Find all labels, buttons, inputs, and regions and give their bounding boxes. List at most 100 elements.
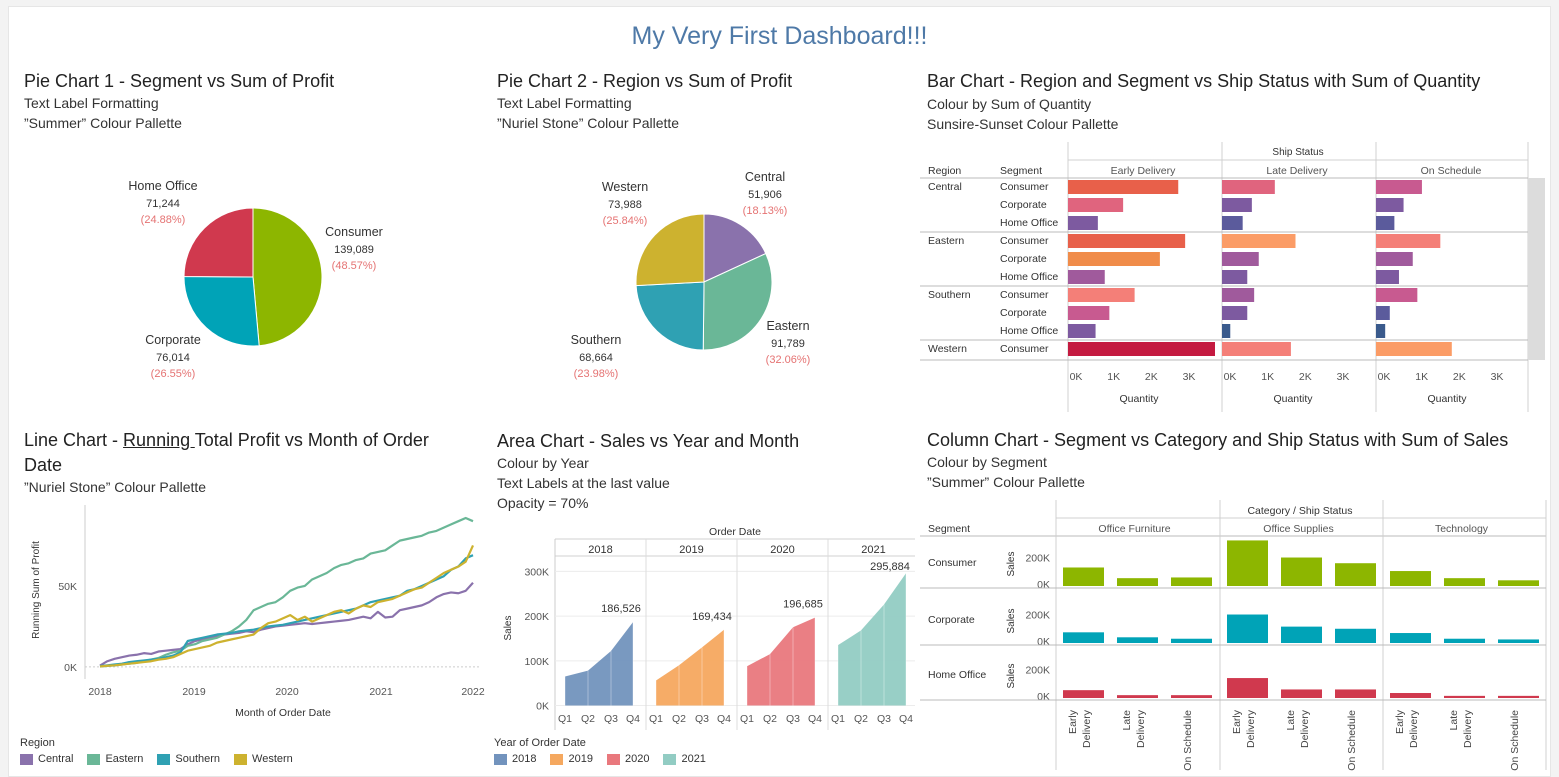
area-chart[interactable]: Order Date 0K 100K 200K 300K Sales 2018 186,526… <box>495 518 915 730</box>
column-bar <box>1227 540 1268 586</box>
pie-pct-home-office: (24.88%) <box>141 214 186 226</box>
pie-slice-southern <box>635 281 705 351</box>
area-subtitle-3: Opacity = 70% <box>497 495 589 511</box>
area-x-tick: Q4 <box>808 713 822 725</box>
bar-segment-label: Corporate <box>1000 199 1047 211</box>
column-status-label: Early <box>1067 709 1079 734</box>
column-bar <box>1281 626 1322 643</box>
line-x-tick: 2019 <box>182 686 206 698</box>
column-bar <box>1063 690 1104 698</box>
bar-mark <box>1222 306 1248 320</box>
bar-segment-label: Consumer <box>1000 289 1049 301</box>
bar-col-header: Late Delivery <box>1266 165 1328 177</box>
legend-swatch <box>550 753 564 765</box>
bar-mark <box>1222 216 1243 230</box>
area-legend-item[interactable]: 2020 <box>606 753 649 765</box>
legend-swatch <box>87 753 101 765</box>
column-y-tick: 0K <box>1037 636 1050 648</box>
column-status-label: Early <box>1394 709 1406 734</box>
pie-slice-consumer <box>252 207 323 347</box>
column-status-label: Delivery <box>1299 709 1311 748</box>
line-legend-item[interactable]: Southern <box>157 753 220 765</box>
line-x-tick: 2021 <box>369 686 393 698</box>
area-x-tick: Q2 <box>763 713 777 725</box>
column-status-label: Delivery <box>1245 709 1257 748</box>
pie2-chart[interactable]: Central 51,906 (18.13%) Eastern 91,789 (32.06… <box>490 140 910 400</box>
legend-swatch <box>663 753 677 765</box>
area-header-order-date: Order Date <box>709 526 761 538</box>
column-y-label: Sales <box>1006 608 1017 633</box>
bar-mark <box>1068 198 1124 212</box>
bar-mark <box>1222 252 1259 266</box>
bar-subtitle-2: Sunsire-Sunset Colour Pallette <box>927 116 1119 132</box>
column-row-header-segment: Segment <box>928 523 970 535</box>
column-status-label: Late <box>1285 710 1297 731</box>
area-series-2018 <box>565 622 633 706</box>
pie-pct-corporate: (26.55%) <box>151 368 196 380</box>
area-legend-item[interactable]: 2019 <box>550 753 593 765</box>
bar-mark <box>1222 288 1255 302</box>
line-legend-item[interactable]: Western <box>234 753 293 765</box>
pie2-title: Pie Chart 2 - Region vs Sum of Profit <box>497 71 793 91</box>
line-x-tick: 2020 <box>275 686 299 698</box>
bar-segment-label: Corporate <box>1000 253 1047 265</box>
bar-mark <box>1222 234 1296 248</box>
bar-x-tick: 3K <box>1337 371 1350 383</box>
pie1-subtitle-2: ”Summer” Colour Pallette <box>24 115 182 131</box>
column-bar <box>1171 695 1212 698</box>
bar-x-tick: 2K <box>1299 371 1312 383</box>
pie2-subtitle-1: Text Label Formatting <box>497 95 632 111</box>
area-x-tick: Q1 <box>831 713 845 725</box>
bar-x-label: Quantity <box>1119 393 1159 405</box>
bar-mark <box>1376 252 1413 266</box>
line-legend-item[interactable]: Eastern <box>87 753 143 765</box>
column-y-tick: 0K <box>1037 579 1050 591</box>
bar-region-label: Eastern <box>928 235 964 247</box>
line-legend-item[interactable]: Central <box>20 753 73 765</box>
legend-label: Western <box>252 753 293 765</box>
column-bar <box>1227 678 1268 698</box>
pie2-subtitle-2: ”Nuriel Stone” Colour Pallette <box>497 115 680 131</box>
bar-segment-label: Home Office <box>1000 325 1058 337</box>
bar-mark <box>1068 252 1160 266</box>
column-bar <box>1390 571 1431 586</box>
pie1-chart[interactable]: Consumer 139,089 (48.57%) Corporate 76,014 (2… <box>20 140 480 400</box>
area-last-value-label: 295,884 <box>870 561 910 573</box>
column-bar <box>1390 633 1431 643</box>
legend-label: Central <box>38 753 74 765</box>
area-y-tick: 200K <box>524 611 549 623</box>
bar-segment-label: Consumer <box>1000 343 1049 355</box>
bar-chart[interactable]: Ship Status Region Segment Early Delivery La… <box>920 140 1550 415</box>
column-status-label: Early <box>1231 709 1243 734</box>
column-chart[interactable]: Category / Ship Status Segment Office Furn… <box>920 498 1550 773</box>
area-x-tick: Q2 <box>854 713 868 725</box>
legend-swatch <box>157 753 171 765</box>
area-y-tick: 0K <box>536 701 549 713</box>
column-bar <box>1171 577 1212 586</box>
bar-x-tick: 0K <box>1224 371 1237 383</box>
column-category-header: Technology <box>1435 523 1489 535</box>
area-x-tick: Q1 <box>558 713 572 725</box>
bar-x-tick: 1K <box>1261 371 1274 383</box>
bar-row-header-segment: Segment <box>1000 165 1042 177</box>
area-x-tick: Q1 <box>649 713 663 725</box>
bar-x-label: Quantity <box>1273 393 1313 405</box>
pie-value-home-office: 71,244 <box>146 198 180 210</box>
pie-pct-consumer: (48.57%) <box>332 260 377 272</box>
area-legend-item[interactable]: 2021 <box>663 753 706 765</box>
bar-header-ship-status: Ship Status <box>1272 147 1323 158</box>
pie-label-eastern: Eastern <box>766 319 809 333</box>
column-status-label: Delivery <box>1081 709 1093 748</box>
legend-swatch <box>20 753 33 765</box>
bar-mark <box>1376 180 1422 194</box>
line-chart[interactable]: 0K 50K Running Sum of Profit 2018 2019 2020 20… <box>15 500 495 725</box>
area-x-tick: Q3 <box>877 713 891 725</box>
area-legend-item[interactable]: 2018 <box>494 753 536 765</box>
bar-mark <box>1068 270 1105 284</box>
dashboard-title: My Very First Dashboard!!! <box>631 22 928 50</box>
line-y-tick: 0K <box>64 662 77 674</box>
area-y-label: Sales <box>503 615 514 640</box>
column-status-label: Delivery <box>1135 709 1147 748</box>
bar-mark <box>1068 180 1179 194</box>
bar-segment-label: Home Office <box>1000 217 1058 229</box>
